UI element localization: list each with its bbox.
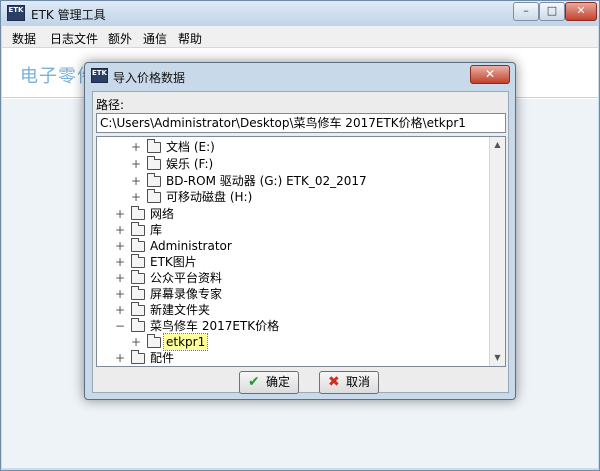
folder-icon <box>147 173 161 187</box>
expand-icon[interactable]: + <box>115 206 125 222</box>
minimize-button[interactable]: – <box>513 2 539 21</box>
cross-icon: ✖ <box>328 374 340 390</box>
tree-node[interactable]: + BD-ROM 驱动器 (G:) ETK_02_2017 <box>97 173 489 189</box>
tree-node-label: etkpr1 <box>162 333 209 351</box>
expand-icon[interactable]: + <box>131 173 141 189</box>
menu-help[interactable]: 帮助 <box>178 30 202 47</box>
close-button[interactable]: ✕ <box>565 2 597 21</box>
import-price-dialog: ETK 导入价格数据 ✕ 路径: C:\Users\Administrator\… <box>84 62 516 400</box>
folder-icon <box>147 334 161 348</box>
tree-node[interactable]: + 公众平台资料 <box>97 270 489 286</box>
cancel-button[interactable]: ✖ 取消 <box>319 371 379 394</box>
folder-icon <box>131 222 145 236</box>
tree-node[interactable]: + 屏幕录像专家 <box>97 286 489 302</box>
expand-icon[interactable]: + <box>115 302 125 318</box>
folder-icon <box>147 189 161 203</box>
tree-node-label: 库 <box>150 223 163 237</box>
menu-data[interactable]: 数据 <box>12 30 36 47</box>
tree-node-label: Administrator <box>150 239 232 253</box>
expand-icon[interactable]: + <box>115 286 125 302</box>
scroll-down-arrow-icon[interactable]: ▼ <box>490 350 505 366</box>
folder-icon <box>131 318 145 332</box>
folder-icon <box>147 139 161 153</box>
folder-icon <box>131 206 145 220</box>
folder-icon <box>131 270 145 284</box>
tree-node[interactable]: + ETK图片 <box>97 254 489 270</box>
expand-icon[interactable]: + <box>131 156 141 172</box>
ok-button[interactable]: ✔ 确定 <box>239 371 299 394</box>
tree-node[interactable]: + 网络 <box>97 206 489 222</box>
tree-node[interactable]: − 菜鸟修车 2017ETK价格 <box>97 318 489 334</box>
main-titlebar: ETK ETK 管理工具 – □ ✕ <box>1 1 599 26</box>
tree-node-label: 菜鸟修车 2017ETK价格 <box>150 319 280 333</box>
cancel-button-label: 取消 <box>346 375 371 389</box>
expand-icon[interactable]: + <box>115 350 125 366</box>
expand-icon[interactable]: + <box>131 139 141 155</box>
menu-log-files[interactable]: 日志文件 <box>50 30 98 47</box>
tree-node-label: 可移动磁盘 (H:) <box>166 190 253 204</box>
dialog-app-icon: ETK <box>91 68 108 83</box>
path-label: 路径: <box>96 98 125 112</box>
checkmark-icon: ✔ <box>248 374 260 390</box>
expand-icon[interactable]: + <box>115 238 125 254</box>
tree-node-label: 公众平台资料 <box>150 271 223 285</box>
folder-icon <box>131 302 145 316</box>
tree-node[interactable]: + 配件 <box>97 350 489 366</box>
expand-icon[interactable]: + <box>115 270 125 286</box>
tree-node-label: ETK图片 <box>150 255 197 269</box>
tree-node[interactable]: + Administrator <box>97 238 489 254</box>
expand-icon[interactable]: + <box>115 222 125 238</box>
dialog-titlebar[interactable]: ETK 导入价格数据 ✕ <box>85 63 515 90</box>
maximize-button[interactable]: □ <box>539 2 565 21</box>
path-input[interactable]: C:\Users\Administrator\Desktop\菜鸟修车 2017… <box>96 113 506 133</box>
expand-icon[interactable]: + <box>115 254 125 270</box>
collapse-icon[interactable]: − <box>115 318 125 334</box>
tree-node-selected[interactable]: + etkpr1 <box>97 333 489 351</box>
tree-node[interactable]: + 娱乐 (F:) <box>97 156 489 172</box>
tree-node-label: 屏幕录像专家 <box>150 287 223 301</box>
ok-button-label: 确定 <box>266 375 291 389</box>
main-window-title: ETK 管理工具 <box>31 8 106 22</box>
tree-node-label: 配件 <box>150 351 175 365</box>
folder-icon <box>131 286 145 300</box>
folder-icon <box>131 238 145 252</box>
tree-node-label: 文档 (E:) <box>166 140 215 154</box>
folder-icon <box>131 254 145 268</box>
dialog-close-button[interactable]: ✕ <box>470 65 510 84</box>
tree-node-label: BD-ROM 驱动器 (G:) ETK_02_2017 <box>166 174 367 188</box>
tree-node-label: 娱乐 (F:) <box>166 157 214 171</box>
folder-tree[interactable]: + 文档 (E:) + 娱乐 (F:) + BD-ROM 驱动器 (G:) ET… <box>96 136 506 367</box>
tree-node[interactable]: + 库 <box>97 222 489 238</box>
expand-icon[interactable]: + <box>131 334 141 350</box>
dialog-body: 路径: C:\Users\Administrator\Desktop\菜鸟修车 … <box>92 91 509 394</box>
menu-extra[interactable]: 额外 <box>108 30 132 47</box>
folder-icon <box>147 156 161 170</box>
folder-icon <box>131 350 145 364</box>
scroll-up-arrow-icon[interactable]: ▲ <box>490 137 505 153</box>
app-icon: ETK <box>7 5 25 21</box>
menubar: 数据 日志文件 额外 通信 帮助 <box>2 26 598 48</box>
dialog-title: 导入价格数据 <box>113 71 186 85</box>
tree-node[interactable]: + 文档 (E:) <box>97 139 489 155</box>
tree-node-label: 新建文件夹 <box>150 303 211 317</box>
menu-communication[interactable]: 通信 <box>143 30 167 47</box>
tree-scrollbar[interactable]: ▲ ▼ <box>489 137 505 366</box>
expand-icon[interactable]: + <box>131 189 141 205</box>
tree-node-label: 网络 <box>150 207 175 221</box>
tree-node[interactable]: + 可移动磁盘 (H:) <box>97 189 489 205</box>
tree-node[interactable]: + 新建文件夹 <box>97 302 489 318</box>
